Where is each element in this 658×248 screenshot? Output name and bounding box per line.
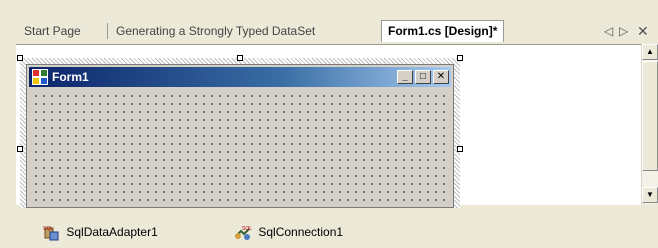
- resize-handle-right[interactable]: [457, 146, 463, 152]
- resize-handle-top-left[interactable]: [17, 55, 23, 61]
- tab-form1-design[interactable]: Form1.cs [Design]*: [381, 20, 505, 42]
- svg-text:SQL: SQL: [43, 226, 53, 232]
- close-icon[interactable]: ✕: [637, 22, 649, 40]
- sql-connection-icon: SQL: [235, 226, 252, 240]
- document-tab-strip: Start Page Generating a Strongly Typed D…: [0, 0, 658, 42]
- svg-text:SQL: SQL: [242, 226, 252, 232]
- resize-handle-left[interactable]: [17, 146, 23, 152]
- form-title-bar[interactable]: Form1 _ □ ✕: [29, 67, 451, 87]
- scroll-left-icon[interactable]: ◁: [604, 22, 613, 40]
- scroll-up-button[interactable]: ▲: [642, 44, 658, 60]
- tray-item-label: SqlDataAdapter1: [66, 225, 158, 239]
- tray-item-sqldataadapter[interactable]: SQL SqlDataAdapter1: [42, 222, 158, 242]
- tab-generating-dataset[interactable]: Generating a Strongly Typed DataSet: [116, 22, 315, 40]
- scroll-down-button[interactable]: ▼: [642, 187, 658, 203]
- scroll-thumb[interactable]: [642, 61, 658, 171]
- form-client-area[interactable]: [29, 89, 451, 207]
- close-form-button[interactable]: ✕: [433, 70, 449, 84]
- resize-handle-top-right[interactable]: [457, 55, 463, 61]
- tray-item-label: SqlConnection1: [258, 225, 344, 239]
- tab-start-page[interactable]: Start Page: [24, 22, 81, 40]
- resize-handle-top[interactable]: [237, 55, 243, 61]
- form-title: Form1: [52, 70, 89, 84]
- tray-item-sqlconnection[interactable]: SQL SqlConnection1: [234, 222, 343, 242]
- scroll-right-icon[interactable]: ▷: [619, 22, 628, 40]
- vertical-scrollbar[interactable]: ▲ ▼: [641, 44, 658, 204]
- minimize-button[interactable]: _: [397, 70, 413, 84]
- form-app-icon: [32, 69, 48, 85]
- tab-separator: [107, 23, 108, 39]
- form-window[interactable]: Form1 _ □ ✕: [26, 64, 454, 208]
- maximize-button[interactable]: □: [415, 70, 431, 84]
- component-tray: SQL SqlDataAdapter1 SQL SqlConnection1: [16, 208, 658, 248]
- sql-data-adapter-icon: SQL: [43, 226, 59, 241]
